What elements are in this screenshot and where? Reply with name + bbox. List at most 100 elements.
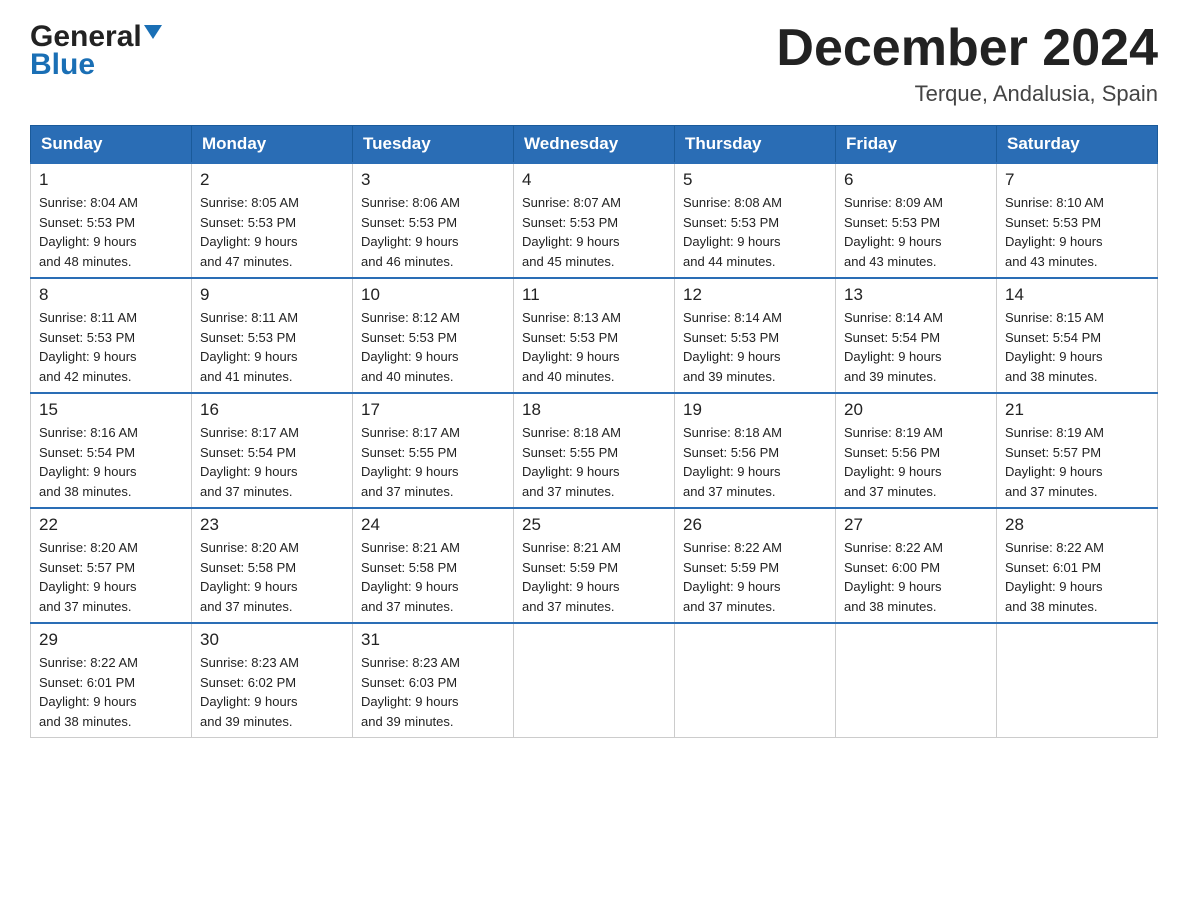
table-row: 6 Sunrise: 8:09 AM Sunset: 5:53 PM Dayli… — [836, 163, 997, 278]
day-info: Sunrise: 8:14 AM Sunset: 5:53 PM Dayligh… — [683, 310, 782, 384]
table-row: 31 Sunrise: 8:23 AM Sunset: 6:03 PM Dayl… — [353, 623, 514, 738]
day-info: Sunrise: 8:20 AM Sunset: 5:58 PM Dayligh… — [200, 540, 299, 614]
day-number: 27 — [844, 515, 988, 535]
calendar-week-row: 1 Sunrise: 8:04 AM Sunset: 5:53 PM Dayli… — [31, 163, 1158, 278]
table-row: 27 Sunrise: 8:22 AM Sunset: 6:00 PM Dayl… — [836, 508, 997, 623]
day-number: 9 — [200, 285, 344, 305]
table-row: 30 Sunrise: 8:23 AM Sunset: 6:02 PM Dayl… — [192, 623, 353, 738]
table-row: 8 Sunrise: 8:11 AM Sunset: 5:53 PM Dayli… — [31, 278, 192, 393]
day-number: 28 — [1005, 515, 1149, 535]
day-number: 22 — [39, 515, 183, 535]
day-info: Sunrise: 8:23 AM Sunset: 6:03 PM Dayligh… — [361, 655, 460, 729]
table-row: 5 Sunrise: 8:08 AM Sunset: 5:53 PM Dayli… — [675, 163, 836, 278]
day-number: 4 — [522, 170, 666, 190]
table-row: 16 Sunrise: 8:17 AM Sunset: 5:54 PM Dayl… — [192, 393, 353, 508]
col-friday: Friday — [836, 126, 997, 164]
day-number: 13 — [844, 285, 988, 305]
day-info: Sunrise: 8:21 AM Sunset: 5:59 PM Dayligh… — [522, 540, 621, 614]
day-info: Sunrise: 8:22 AM Sunset: 5:59 PM Dayligh… — [683, 540, 782, 614]
calendar-week-row: 22 Sunrise: 8:20 AM Sunset: 5:57 PM Dayl… — [31, 508, 1158, 623]
day-info: Sunrise: 8:17 AM Sunset: 5:54 PM Dayligh… — [200, 425, 299, 499]
day-info: Sunrise: 8:20 AM Sunset: 5:57 PM Dayligh… — [39, 540, 138, 614]
day-number: 18 — [522, 400, 666, 420]
logo: General Blue — [30, 20, 162, 82]
table-row: 13 Sunrise: 8:14 AM Sunset: 5:54 PM Dayl… — [836, 278, 997, 393]
col-tuesday: Tuesday — [353, 126, 514, 164]
col-sunday: Sunday — [31, 126, 192, 164]
table-row: 19 Sunrise: 8:18 AM Sunset: 5:56 PM Dayl… — [675, 393, 836, 508]
page-header: General Blue December 2024 Terque, Andal… — [30, 20, 1158, 107]
calendar-header-row: Sunday Monday Tuesday Wednesday Thursday… — [31, 126, 1158, 164]
day-info: Sunrise: 8:10 AM Sunset: 5:53 PM Dayligh… — [1005, 195, 1104, 269]
day-info: Sunrise: 8:22 AM Sunset: 6:01 PM Dayligh… — [39, 655, 138, 729]
day-number: 12 — [683, 285, 827, 305]
day-number: 23 — [200, 515, 344, 535]
day-number: 3 — [361, 170, 505, 190]
table-row: 1 Sunrise: 8:04 AM Sunset: 5:53 PM Dayli… — [31, 163, 192, 278]
table-row: 7 Sunrise: 8:10 AM Sunset: 5:53 PM Dayli… — [997, 163, 1158, 278]
day-info: Sunrise: 8:18 AM Sunset: 5:56 PM Dayligh… — [683, 425, 782, 499]
day-number: 24 — [361, 515, 505, 535]
calendar-table: Sunday Monday Tuesday Wednesday Thursday… — [30, 125, 1158, 738]
day-number: 31 — [361, 630, 505, 650]
day-info: Sunrise: 8:04 AM Sunset: 5:53 PM Dayligh… — [39, 195, 138, 269]
table-row: 24 Sunrise: 8:21 AM Sunset: 5:58 PM Dayl… — [353, 508, 514, 623]
day-number: 10 — [361, 285, 505, 305]
table-row: 18 Sunrise: 8:18 AM Sunset: 5:55 PM Dayl… — [514, 393, 675, 508]
title-block: December 2024 Terque, Andalusia, Spain — [776, 20, 1158, 107]
day-info: Sunrise: 8:21 AM Sunset: 5:58 PM Dayligh… — [361, 540, 460, 614]
day-info: Sunrise: 8:19 AM Sunset: 5:57 PM Dayligh… — [1005, 425, 1104, 499]
day-info: Sunrise: 8:18 AM Sunset: 5:55 PM Dayligh… — [522, 425, 621, 499]
table-row: 26 Sunrise: 8:22 AM Sunset: 5:59 PM Dayl… — [675, 508, 836, 623]
calendar-week-row: 15 Sunrise: 8:16 AM Sunset: 5:54 PM Dayl… — [31, 393, 1158, 508]
col-monday: Monday — [192, 126, 353, 164]
table-row: 23 Sunrise: 8:20 AM Sunset: 5:58 PM Dayl… — [192, 508, 353, 623]
day-number: 21 — [1005, 400, 1149, 420]
day-number: 6 — [844, 170, 988, 190]
table-row: 29 Sunrise: 8:22 AM Sunset: 6:01 PM Dayl… — [31, 623, 192, 738]
day-number: 8 — [39, 285, 183, 305]
day-info: Sunrise: 8:14 AM Sunset: 5:54 PM Dayligh… — [844, 310, 943, 384]
table-row: 28 Sunrise: 8:22 AM Sunset: 6:01 PM Dayl… — [997, 508, 1158, 623]
day-info: Sunrise: 8:08 AM Sunset: 5:53 PM Dayligh… — [683, 195, 782, 269]
day-info: Sunrise: 8:22 AM Sunset: 6:00 PM Dayligh… — [844, 540, 943, 614]
day-info: Sunrise: 8:12 AM Sunset: 5:53 PM Dayligh… — [361, 310, 460, 384]
table-row: 12 Sunrise: 8:14 AM Sunset: 5:53 PM Dayl… — [675, 278, 836, 393]
table-row — [675, 623, 836, 738]
logo-triangle-icon — [144, 28, 162, 46]
logo-blue-text: Blue — [30, 48, 95, 82]
table-row: 4 Sunrise: 8:07 AM Sunset: 5:53 PM Dayli… — [514, 163, 675, 278]
day-number: 2 — [200, 170, 344, 190]
col-thursday: Thursday — [675, 126, 836, 164]
col-wednesday: Wednesday — [514, 126, 675, 164]
table-row: 9 Sunrise: 8:11 AM Sunset: 5:53 PM Dayli… — [192, 278, 353, 393]
table-row: 17 Sunrise: 8:17 AM Sunset: 5:55 PM Dayl… — [353, 393, 514, 508]
calendar-week-row: 29 Sunrise: 8:22 AM Sunset: 6:01 PM Dayl… — [31, 623, 1158, 738]
day-number: 26 — [683, 515, 827, 535]
day-number: 19 — [683, 400, 827, 420]
table-row — [997, 623, 1158, 738]
day-info: Sunrise: 8:15 AM Sunset: 5:54 PM Dayligh… — [1005, 310, 1104, 384]
table-row: 21 Sunrise: 8:19 AM Sunset: 5:57 PM Dayl… — [997, 393, 1158, 508]
day-number: 29 — [39, 630, 183, 650]
day-number: 1 — [39, 170, 183, 190]
day-info: Sunrise: 8:13 AM Sunset: 5:53 PM Dayligh… — [522, 310, 621, 384]
table-row: 22 Sunrise: 8:20 AM Sunset: 5:57 PM Dayl… — [31, 508, 192, 623]
day-info: Sunrise: 8:05 AM Sunset: 5:53 PM Dayligh… — [200, 195, 299, 269]
table-row: 10 Sunrise: 8:12 AM Sunset: 5:53 PM Dayl… — [353, 278, 514, 393]
day-info: Sunrise: 8:11 AM Sunset: 5:53 PM Dayligh… — [200, 310, 298, 384]
table-row — [836, 623, 997, 738]
table-row: 3 Sunrise: 8:06 AM Sunset: 5:53 PM Dayli… — [353, 163, 514, 278]
table-row: 25 Sunrise: 8:21 AM Sunset: 5:59 PM Dayl… — [514, 508, 675, 623]
calendar-week-row: 8 Sunrise: 8:11 AM Sunset: 5:53 PM Dayli… — [31, 278, 1158, 393]
day-number: 7 — [1005, 170, 1149, 190]
day-info: Sunrise: 8:19 AM Sunset: 5:56 PM Dayligh… — [844, 425, 943, 499]
day-info: Sunrise: 8:17 AM Sunset: 5:55 PM Dayligh… — [361, 425, 460, 499]
table-row: 15 Sunrise: 8:16 AM Sunset: 5:54 PM Dayl… — [31, 393, 192, 508]
month-title: December 2024 — [776, 20, 1158, 77]
day-number: 11 — [522, 285, 666, 305]
day-info: Sunrise: 8:16 AM Sunset: 5:54 PM Dayligh… — [39, 425, 138, 499]
day-info: Sunrise: 8:09 AM Sunset: 5:53 PM Dayligh… — [844, 195, 943, 269]
day-info: Sunrise: 8:06 AM Sunset: 5:53 PM Dayligh… — [361, 195, 460, 269]
day-number: 14 — [1005, 285, 1149, 305]
